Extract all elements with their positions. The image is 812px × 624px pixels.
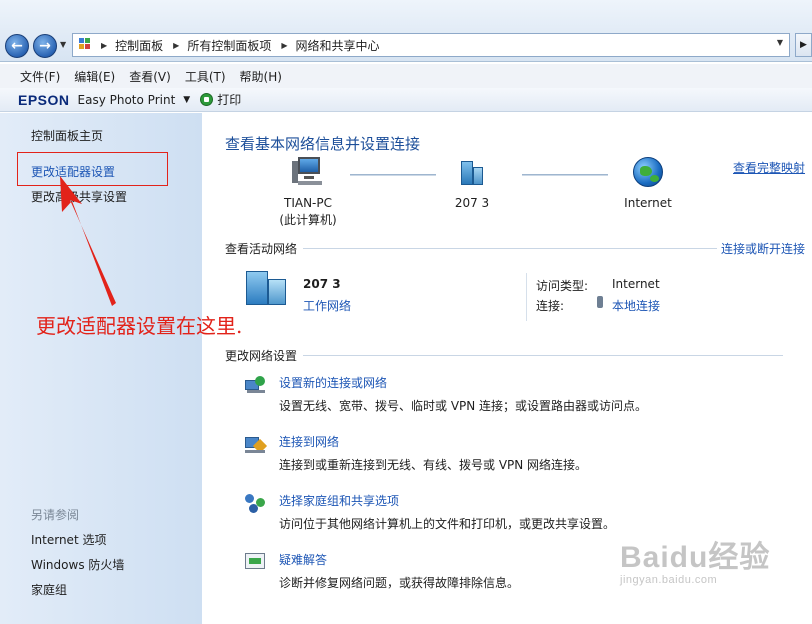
back-button[interactable]: ← [5,34,29,58]
network-node[interactable]: 207 3 [442,157,502,212]
access-type-label: 访问类型: [536,279,589,293]
homegroup-link[interactable]: 家庭组 [31,581,67,598]
network-building-icon [457,157,487,187]
connect-network-link[interactable]: 连接到网络 [279,433,339,450]
chevron-right-icon: ▶ [101,40,108,50]
access-type-value: Internet [612,277,660,291]
print-icon [200,93,214,106]
breadcrumb-item[interactable]: ▶ 所有控制面板项 [173,37,271,54]
epson-logo: EPSON [18,91,70,108]
page-title: 查看基本网络信息并设置连接 [225,135,421,153]
active-networks-heading: 查看活动网络 [225,240,805,257]
chevron-down-icon[interactable]: ▼ [183,95,190,105]
map-connector [350,174,436,176]
refresh-button[interactable]: ▶ [795,33,812,57]
recent-pages-dropdown[interactable]: ▼ [60,40,66,49]
breadcrumb-item[interactable]: ▶ 网络和共享中心 [281,37,379,54]
menu-tools[interactable]: 工具(T) [185,68,226,85]
task-description: 诊断并修复网络问题，或获得故障排除信息。 [279,576,520,590]
task-description: 访问位于其他网络计算机上的文件和打印机，或更改共享设置。 [279,517,616,531]
chevron-right-icon: ▶ [281,40,288,50]
connect-disconnect-link[interactable]: 连接或断开连接 [721,240,805,257]
annotation-text: 更改适配器设置在这里. [36,314,243,338]
task-description: 设置无线、宽带、拨号、临时或 VPN 连接；或设置路由器或访问点。 [279,399,648,413]
internet-label: Internet [624,196,672,210]
toolbar: EPSON Easy Photo Print ▼ 打印 [0,88,812,112]
easy-photo-print-button[interactable]: Easy Photo Print [78,93,176,107]
setup-connection-link[interactable]: 设置新的连接或网络 [279,374,387,391]
internet-options-link[interactable]: Internet 选项 [31,531,106,548]
homegroup-sharing-link[interactable]: 选择家庭组和共享选项 [279,492,399,509]
annotation-highlight-box [17,152,168,186]
work-network-icon [242,271,290,307]
forward-button[interactable]: → [33,34,57,58]
breadcrumb[interactable]: ▶ 控制面板 ▶ 所有控制面板项 ▶ 网络和共享中心 ▼ [72,33,790,57]
breadcrumb-item[interactable]: ▶ 控制面板 [101,37,163,54]
change-settings-heading: 更改网络设置 [225,347,805,364]
change-advanced-sharing-link[interactable]: 更改高级共享设置 [31,188,127,205]
computer-icon [292,157,324,187]
globe-icon [633,157,663,187]
menu-help[interactable]: 帮助(H) [240,68,282,85]
homegroup-icon [243,492,267,514]
this-computer-node: TIAN-PC (此计算机) [272,157,344,229]
see-also-heading: 另请参阅 [31,508,80,522]
troubleshoot-icon [243,551,267,573]
menu-view[interactable]: 查看(V) [129,68,171,85]
computer-name: TIAN-PC [284,196,332,210]
network-type-link[interactable]: 工作网络 [303,297,351,314]
local-connection-link[interactable]: 本地连接 [612,297,660,314]
chevron-right-icon: ▶ [173,40,180,50]
map-connector [522,174,608,176]
arrow-right-icon: → [39,38,51,54]
left-pane: 控制面板主页 更改适配器设置 更改高级共享设置 另请参阅 Internet 选项… [0,113,202,624]
divider [526,273,527,321]
task-description: 连接到或重新连接到无线、有线、拨号或 VPN 网络连接。 [279,458,588,472]
print-button[interactable]: 打印 [217,91,241,108]
view-full-map-link[interactable]: 查看完整映射 [733,159,805,176]
network-name: 207 3 [454,196,490,210]
refresh-icon: ▶ [800,40,807,50]
computer-subtitle: (此计算机) [279,213,337,227]
menu-edit[interactable]: 编辑(E) [74,68,115,85]
active-network-name: 207 3 [303,277,341,291]
new-connection-icon [243,374,267,396]
address-bar: ← → ▼ ▶ 控制面板 ▶ 所有控制面板项 ▶ 网络和共享中心 ▼ ▶ [0,0,812,62]
arrow-left-icon: ← [11,38,23,54]
connect-network-icon [243,433,268,455]
menu-file[interactable]: 文件(F) [20,68,60,85]
baidu-watermark: Baidu经验 jingyan.baidu.com [620,541,771,586]
troubleshoot-link[interactable]: 疑难解答 [279,551,327,568]
control-panel-home-link[interactable]: 控制面板主页 [31,127,103,144]
windows-firewall-link[interactable]: Windows 防火墙 [31,556,124,573]
ethernet-icon [597,296,603,308]
connections-label: 连接: [536,299,565,313]
chevron-down-icon[interactable]: ▼ [777,38,783,47]
menu-bar: 文件(F) 编辑(E) 查看(V) 工具(T) 帮助(H) [0,64,812,88]
internet-node[interactable]: Internet [612,157,684,212]
control-panel-icon [79,38,95,52]
